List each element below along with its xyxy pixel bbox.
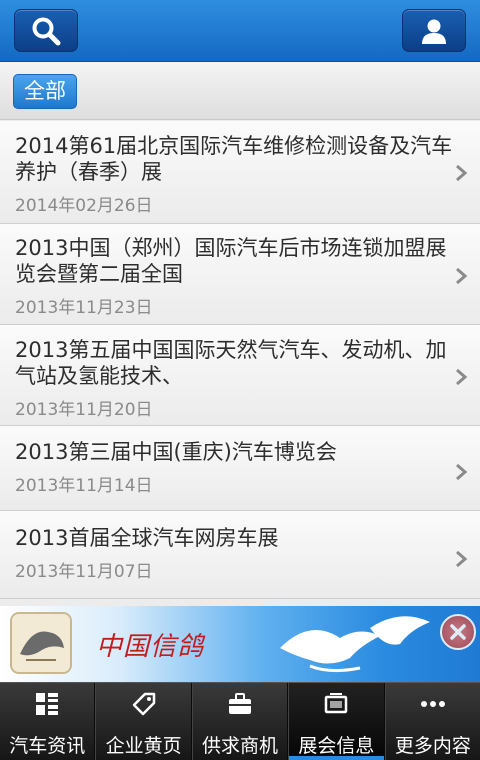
grid-icon: [36, 693, 59, 715]
filter-all-button[interactable]: 全部: [13, 74, 77, 109]
ad-brand-text: 中国信鸽: [96, 632, 205, 662]
category-filter-bar: 全部: [0, 62, 480, 120]
tab-yellow-pages[interactable]: 企业黄页: [95, 683, 192, 760]
list-item[interactable]: 2013第五届中国国际天然气汽车、发动机、加气站及氢能技术、 2013年11月2…: [0, 325, 480, 426]
item-date: 2014年02月26日: [15, 196, 153, 216]
tab-label: 更多内容: [394, 735, 471, 757]
display-icon: [325, 693, 348, 714]
list-item[interactable]: 2013第三届中国(重庆)汽车博览会 2013年11月14日: [0, 426, 480, 511]
search-button[interactable]: [14, 9, 78, 52]
tab-label: 供求商机: [202, 735, 279, 757]
item-title: 2014第61届北京国际汽车维修检测设备及汽车养护（春季）展: [15, 134, 453, 184]
tab-business-opportunities[interactable]: 供求商机: [191, 683, 289, 760]
tab-label: 展会信息: [298, 735, 375, 757]
item-date: 2013年11月07日: [15, 562, 153, 582]
tab-more[interactable]: 更多内容: [384, 683, 480, 760]
chevron-right-icon: [456, 550, 468, 568]
ad-close-button[interactable]: [440, 614, 476, 650]
briefcase-icon: [229, 693, 252, 714]
user-icon: [422, 19, 446, 44]
tab-label: 汽车资讯: [9, 735, 86, 757]
user-button[interactable]: [402, 9, 466, 52]
ad-logo: [10, 612, 72, 674]
tab-label: 企业黄页: [105, 735, 182, 757]
chevron-right-icon: [456, 463, 468, 481]
bottom-tab-bar: 汽车资讯 企业黄页 供求商机 展会信息 更多内容: [0, 682, 480, 760]
top-header: [0, 0, 480, 62]
item-title: 2013首届全球汽车网房车展: [15, 526, 279, 550]
list-item[interactable]: 2013首届全球汽车网房车展 2013年11月07日: [0, 511, 480, 599]
chevron-right-icon: [456, 368, 468, 386]
tab-auto-news[interactable]: 汽车资讯: [0, 683, 96, 760]
more-icon: [420, 701, 445, 707]
item-date: 2013年11月23日: [15, 298, 153, 318]
exhibition-list: 2014第61届北京国际汽车维修检测设备及汽车养护（春季）展 2014年02月2…: [0, 121, 480, 599]
search-icon: [32, 17, 61, 45]
chevron-right-icon: [456, 164, 468, 182]
item-date: 2013年11月20日: [15, 400, 153, 420]
item-title: 2013中国（郑州）国际汽车后市场连锁加盟展览会暨第二届全国: [15, 236, 447, 286]
ad-banner[interactable]: 中国信鸽: [0, 606, 480, 682]
list-item[interactable]: 2014第61届北京国际汽车维修检测设备及汽车养护（春季）展 2014年02月2…: [0, 121, 480, 224]
dove-graphic: [280, 616, 430, 673]
item-title: 2013第五届中国国际天然气汽车、发动机、加气站及氢能技术、: [15, 338, 447, 388]
list-item[interactable]: 2013中国（郑州）国际汽车后市场连锁加盟展览会暨第二届全国 2013年11月2…: [0, 224, 480, 325]
chevron-right-icon: [456, 267, 468, 285]
tab-exhibition-info[interactable]: 展会信息: [288, 683, 385, 760]
close-icon: [450, 624, 466, 640]
item-date: 2013年11月14日: [15, 476, 153, 496]
tag-icon: [132, 692, 155, 716]
item-title: 2013第三届中国(重庆)汽车博览会: [15, 440, 337, 464]
